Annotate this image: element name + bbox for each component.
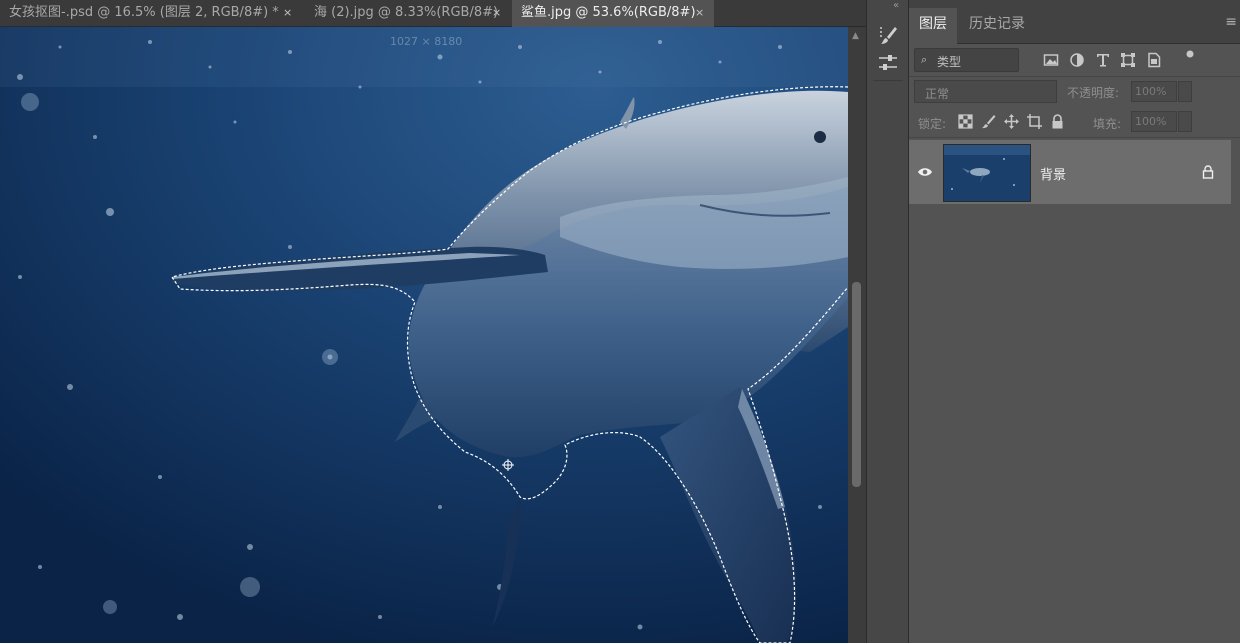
layer-row-background[interactable]: 背景 — [909, 140, 1231, 204]
lock-artboard-icon[interactable] — [1027, 114, 1042, 129]
brush-presets-icon[interactable] — [877, 24, 899, 46]
lock-pixels-icon[interactable] — [981, 114, 996, 129]
close-icon[interactable]: × — [492, 0, 501, 26]
panel-tab-bar: 图层 历史记录 ≡ — [909, 0, 1240, 44]
tab-shark-jpg[interactable]: 鲨鱼.jpg @ 53.6%(RGB/8#) × — [512, 0, 714, 27]
panel-tool-strip: « — [866, 0, 908, 643]
lock-row: 锁定: 填充: 100% — [909, 108, 1240, 136]
tab-history[interactable]: 历史记录 — [959, 8, 1035, 44]
panel-menu-icon[interactable]: ≡ — [1225, 14, 1237, 30]
adjustment-filter-icon[interactable] — [1069, 52, 1085, 68]
opacity-input[interactable]: 100% — [1131, 81, 1177, 102]
tab-sea-jpg[interactable]: 海 (2).jpg @ 8.33%(RGB/8#) × — [305, 0, 510, 27]
tab-label: 鲨鱼.jpg @ 53.6%(RGB/8#) — [521, 5, 696, 20]
blend-mode-select[interactable]: 正常 — [914, 80, 1057, 103]
opacity-label: 不透明度: — [1067, 86, 1120, 100]
document-canvas[interactable]: 1027 × 8180 — [0, 27, 848, 643]
lock-position-icon[interactable] — [1004, 114, 1019, 129]
fill-dropdown-arrow-icon[interactable] — [1178, 111, 1192, 132]
image-filter-icon[interactable] — [1043, 52, 1059, 68]
document-tab-bar: 女孩抠图-.psd @ 16.5% (图层 2, RGB/8#) * × 海 (… — [0, 0, 866, 27]
scroll-up-arrow-icon[interactable]: ▲ — [852, 31, 859, 41]
layer-name: 背景 — [1040, 168, 1067, 183]
tab-label: 海 (2).jpg @ 8.33%(RGB/8#) — [314, 5, 499, 20]
layers-panel: 图层 历史记录 ≡ ⌕ 类型 正常 不透明度: 100% 锁定: 填充: 100… — [908, 0, 1240, 643]
layer-kind-filter[interactable]: ⌕ 类型 — [914, 48, 1019, 72]
blend-row: 正常 不透明度: 100% — [909, 78, 1240, 106]
filter-toggle-dot-icon[interactable] — [1184, 48, 1200, 64]
layer-thumbnail — [943, 144, 1031, 202]
opacity-dropdown-arrow-icon[interactable] — [1178, 81, 1192, 102]
divider — [909, 137, 1240, 138]
smart-object-filter-icon[interactable] — [1146, 52, 1162, 68]
layer-lock-icon — [1202, 165, 1214, 179]
adjust-sliders-icon[interactable] — [877, 52, 899, 74]
tab-girl-cutout-psd[interactable]: 女孩抠图-.psd @ 16.5% (图层 2, RGB/8#) * × — [0, 0, 300, 27]
blend-mode-value: 正常 — [925, 87, 950, 101]
collapse-panels-icon[interactable]: « — [893, 0, 899, 11]
tab-label: 女孩抠图-.psd @ 16.5% (图层 2, RGB/8#) * — [9, 5, 279, 20]
fill-label: 填充: — [1093, 117, 1122, 131]
tab-layers[interactable]: 图层 — [909, 8, 957, 44]
type-filter-icon[interactable] — [1095, 52, 1111, 68]
shape-filter-icon[interactable] — [1120, 52, 1136, 68]
layer-filter-row: ⌕ 类型 — [909, 46, 1240, 76]
divider — [909, 76, 1240, 77]
search-icon: ⌕ — [921, 53, 928, 66]
lock-label: 锁定: — [918, 117, 947, 131]
kind-filter-label: 类型 — [937, 55, 962, 69]
lock-transparent-icon[interactable] — [958, 114, 973, 129]
close-icon[interactable]: × — [695, 0, 704, 26]
shark-image — [0, 27, 848, 643]
visibility-eye-icon[interactable] — [917, 166, 933, 178]
lock-all-icon[interactable] — [1050, 114, 1065, 129]
tool-strip-divider — [873, 80, 903, 81]
vertical-scrollbar[interactable]: ▲ — [848, 27, 866, 643]
scrollbar-thumb[interactable] — [852, 282, 861, 487]
fill-input[interactable]: 100% — [1131, 111, 1177, 132]
close-icon[interactable]: × — [283, 0, 292, 26]
